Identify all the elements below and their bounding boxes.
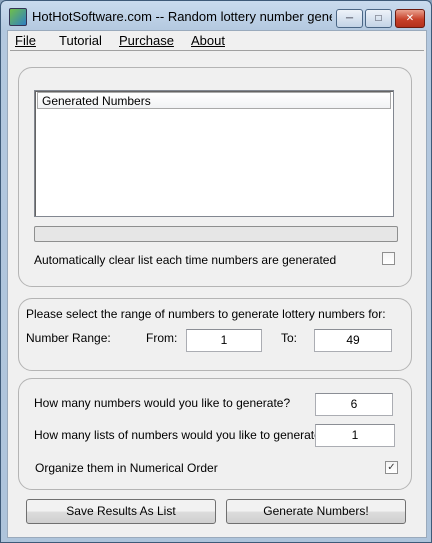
menu-about-label: About [191, 33, 225, 48]
title-bar[interactable]: HotHotSoftware.com -- Random lottery num… [1, 1, 431, 31]
menu-file[interactable]: File [15, 33, 36, 48]
menu-purchase[interactable]: Purchase [119, 33, 174, 48]
order-label: Organize them in Numerical Order [35, 461, 218, 475]
auto-clear-label: Automatically clear list each time numbe… [34, 253, 337, 267]
order-checkbox[interactable]: ✓ [385, 461, 398, 474]
checkmark-icon: ✓ [387, 462, 396, 473]
lists-label: How many lists of numbers would you like… [34, 428, 328, 442]
lists-input[interactable]: 1 [315, 424, 395, 447]
count-label: How many numbers would you like to gener… [34, 396, 291, 410]
count-input[interactable]: 6 [315, 393, 393, 416]
progress-bar [34, 226, 398, 242]
range-instruction: Please select the range of numbers to ge… [26, 307, 386, 321]
generated-numbers-list[interactable]: Generated Numbers [34, 90, 394, 217]
from-input[interactable]: 1 [186, 329, 262, 352]
from-label: From: [146, 331, 178, 345]
close-button[interactable]: ✕ [395, 9, 425, 28]
close-icon: ✕ [405, 13, 415, 24]
menu-about[interactable]: About [191, 33, 225, 48]
menu-separator [10, 50, 424, 51]
to-input[interactable]: 49 [314, 329, 392, 352]
app-icon [9, 8, 27, 26]
save-results-button[interactable]: Save Results As List [26, 499, 216, 524]
column-header-label: Generated Numbers [42, 94, 151, 108]
menu-file-label: File [15, 33, 36, 48]
minimize-icon: ─ [345, 13, 354, 24]
maximize-button[interactable]: □ [365, 9, 392, 28]
number-range-label: Number Range: [26, 331, 111, 345]
app-window: HotHotSoftware.com -- Random lottery num… [0, 0, 432, 543]
minimize-button[interactable]: ─ [336, 9, 363, 28]
menu-tutorial-label: Tutorial [59, 33, 102, 48]
client-area: File Tutorial Purchase About Generated N… [7, 30, 427, 538]
auto-clear-checkbox[interactable] [382, 252, 395, 265]
menu-tutorial[interactable]: Tutorial [59, 33, 102, 48]
to-label: To: [281, 331, 298, 345]
window-title: HotHotSoftware.com -- Random lottery num… [32, 9, 332, 24]
maximize-icon: □ [375, 13, 382, 24]
menu-purchase-label: Purchase [119, 33, 174, 48]
menu-bar: File Tutorial Purchase About [8, 31, 426, 49]
list-column-header[interactable]: Generated Numbers [37, 92, 391, 109]
generate-numbers-button[interactable]: Generate Numbers! [226, 499, 406, 524]
